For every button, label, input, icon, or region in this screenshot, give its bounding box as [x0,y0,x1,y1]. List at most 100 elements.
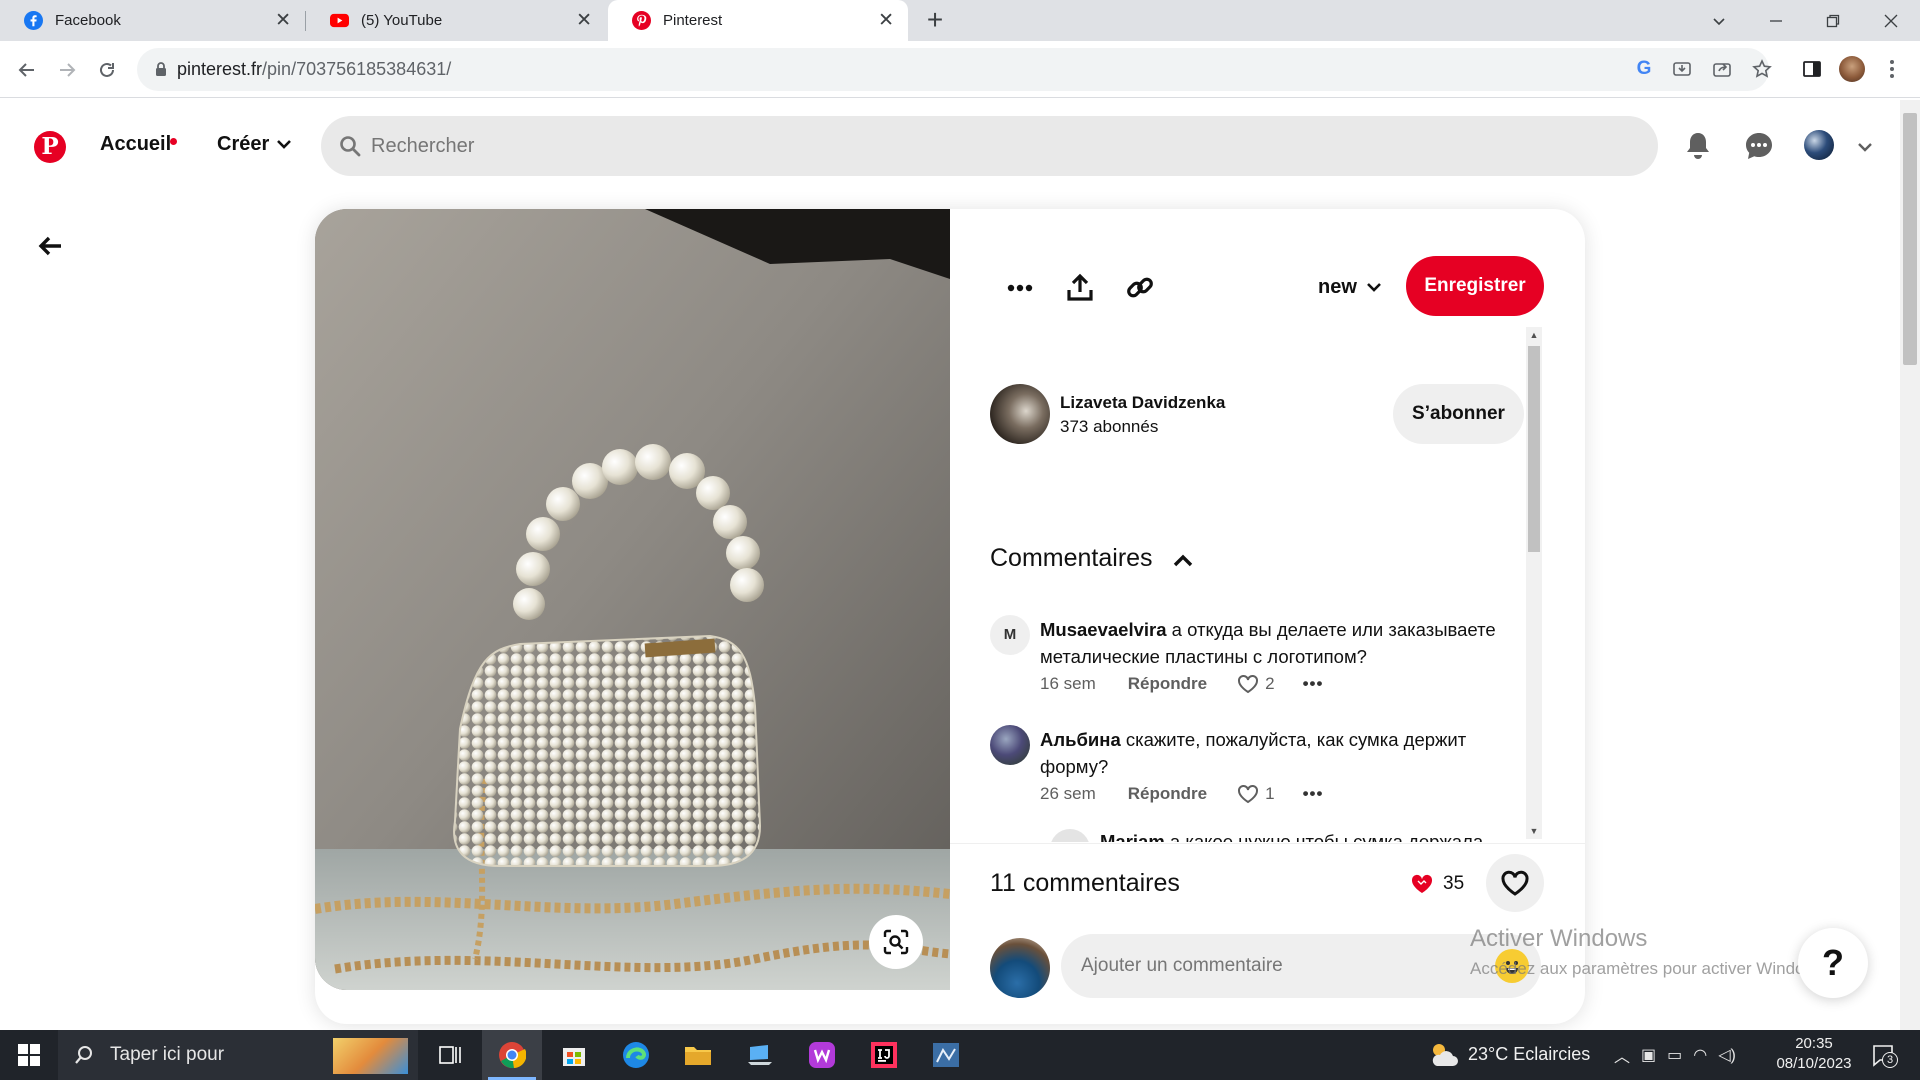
author-avatar[interactable] [990,384,1050,444]
comment-body: Musaevaelvira а откуда вы делаете или за… [1040,616,1520,670]
pinterest-logo-icon[interactable]: P [34,131,66,163]
show-hidden-icons-icon[interactable]: ︿ [1614,1043,1630,1067]
profile-avatar-icon[interactable] [1839,56,1865,82]
chevron-down-icon[interactable] [274,134,294,154]
author-name[interactable]: Lizaveta Davidzenka [1060,393,1225,413]
react-button[interactable] [1486,854,1544,912]
install-app-icon[interactable] [1669,56,1695,82]
lock-icon [156,62,166,76]
more-options-icon[interactable] [1000,268,1040,308]
comments-heading[interactable]: Commentaires [990,544,1153,573]
close-tab-icon[interactable]: ✕ [275,9,291,32]
visual-search-button[interactable] [869,915,923,969]
comment-author[interactable]: Mariam [1100,831,1165,842]
new-tab-button[interactable]: + [918,4,952,38]
heart-outline-icon[interactable] [1237,784,1259,804]
add-comment-input[interactable]: Ajouter un commentaire [1061,934,1541,998]
close-window-button[interactable] [1862,0,1920,41]
clipped-reply: Mariam а какое нужно чтобы сумка держала [950,820,1526,842]
wifi-icon[interactable]: ◠ [1693,1045,1707,1065]
store-taskbar-icon[interactable] [544,1030,604,1080]
device-icon[interactable]: ▣ [1641,1045,1656,1065]
board-select[interactable]: new [1318,276,1357,299]
chevron-down-icon[interactable] [1364,277,1384,297]
heart-outline-icon [1501,870,1529,896]
comment-meta: 26 sem Répondre 1 ••• [1040,784,1323,804]
restore-button[interactable] [1804,0,1862,41]
comments-scrollbar-thumb[interactable] [1528,346,1540,552]
side-panel-icon[interactable] [1799,56,1825,82]
notification-dot [170,138,177,145]
heart-reaction-icon[interactable] [1410,873,1434,895]
save-button[interactable]: Enregistrer [1406,256,1544,316]
pin-image[interactable] [315,209,950,990]
edge-taskbar-icon[interactable] [606,1030,666,1080]
minimize-button[interactable] [1747,0,1805,41]
scroll-up-arrow-icon[interactable]: ▲ [1526,327,1542,343]
google-icon[interactable]: G [1631,56,1657,82]
back-arrow-icon[interactable] [36,232,64,260]
comment-avatar[interactable] [1050,829,1090,842]
comment-avatar[interactable]: M [990,615,1030,655]
user-avatar[interactable] [1804,130,1834,160]
windows-start-icon[interactable] [0,1030,58,1080]
url-host: pinterest.fr [177,59,263,79]
bookmark-star-icon[interactable] [1749,56,1775,82]
tab-youtube[interactable]: (5) YouTube ✕ [306,0,606,41]
volume-icon[interactable]: ◁) [1718,1045,1736,1065]
task-view-icon[interactable] [420,1030,480,1080]
comment-avatar[interactable] [990,725,1030,765]
close-tab-icon[interactable]: ✕ [576,9,592,32]
wps-taskbar-icon[interactable] [792,1030,852,1080]
nav-home[interactable]: Accueil [100,133,171,156]
heart-outline-icon[interactable] [1237,674,1259,694]
weather-text[interactable]: 23°C Eclaircies [1468,1044,1590,1065]
page-scrollbar-thumb[interactable] [1903,113,1917,365]
copy-link-icon[interactable] [1120,268,1160,308]
notification-center-icon[interactable]: 3 [1866,1040,1900,1070]
taskbar-clock[interactable]: 20:35 08/10/2023 [1764,1034,1864,1074]
nav-create[interactable]: Créer [217,133,269,156]
follow-button[interactable]: S’abonner [1393,384,1524,444]
windows-activation-title: Activer Windows [1470,925,1648,952]
messages-icon[interactable] [1741,128,1777,164]
comment-author[interactable]: Musaevaelvira [1040,619,1167,640]
intellij-taskbar-icon[interactable] [854,1030,914,1080]
tab-search-chevron-icon[interactable] [1690,0,1748,41]
app-taskbar-icon[interactable] [916,1030,976,1080]
pearl-bag-photo [315,209,950,990]
address-bar[interactable]: pinterest.fr/pin/703756185384631/ [137,48,1769,91]
reaction-count: 35 [1443,873,1465,894]
taskbar-search[interactable]: Taper ici pour [58,1030,418,1080]
comment-text: а какое нужно чтобы сумка держала [1169,831,1484,842]
comment-author[interactable]: Альбина [1040,729,1121,750]
search-bar[interactable]: Rechercher [321,116,1658,176]
battery-icon[interactable]: ▭ [1667,1045,1682,1065]
reply-button[interactable]: Répondre [1128,674,1207,694]
file-explorer-taskbar-icon[interactable] [668,1030,728,1080]
comment-more-icon[interactable]: ••• [1303,784,1324,804]
pc-taskbar-icon[interactable] [730,1030,790,1080]
taskbar-search-text: Taper ici pour [110,1044,225,1065]
notifications-bell-icon[interactable] [1680,128,1716,164]
clock-date: 08/10/2023 [1776,1055,1852,1072]
reload-icon[interactable] [90,53,124,87]
help-button[interactable]: ? [1798,928,1868,998]
tab-pinterest[interactable]: Pinterest ✕ [608,0,908,41]
comment-more-icon[interactable]: ••• [1303,674,1324,694]
forward-nav-icon[interactable] [50,53,84,87]
chrome-taskbar-icon[interactable] [482,1030,542,1080]
url-text: pinterest.fr/pin/703756185384631/ [177,59,451,80]
share-page-icon[interactable] [1709,56,1735,82]
close-tab-icon[interactable]: ✕ [878,9,894,32]
weather-partly-cloudy-icon[interactable] [1427,1040,1459,1070]
tab-facebook[interactable]: Facebook ✕ [0,0,305,41]
chevron-down-icon[interactable] [1855,137,1875,157]
browser-menu-icon[interactable] [1879,56,1905,82]
back-nav-icon[interactable] [10,53,44,87]
chevron-up-icon[interactable] [1170,548,1196,574]
reply-button[interactable]: Répondre [1128,784,1207,804]
share-icon[interactable] [1060,268,1100,308]
current-user-avatar [990,938,1050,998]
scroll-down-arrow-icon[interactable]: ▼ [1526,823,1542,839]
